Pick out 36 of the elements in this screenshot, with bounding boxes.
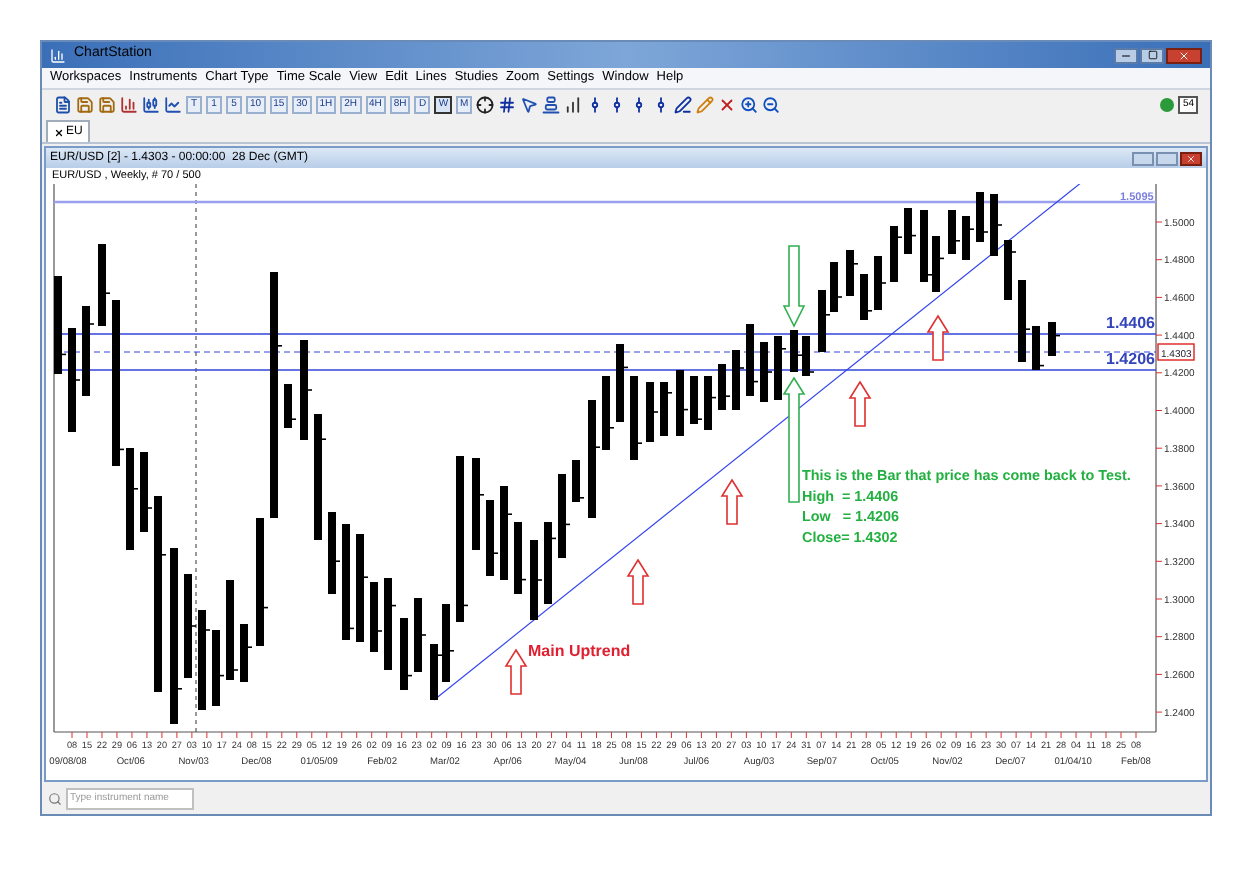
zoom-out-icon[interactable] [762,95,781,113]
up-arrow [782,376,806,503]
level-label: 1.4206 [1106,350,1155,368]
close-button[interactable] [1166,47,1202,63]
minimize-icon [1120,49,1132,61]
crosshair-icon[interactable] [476,95,495,113]
up-arrow [720,478,744,525]
delete-icon[interactable] [718,95,737,113]
levels-icon[interactable] [542,95,561,113]
maximize-button[interactable] [1140,47,1164,63]
up-arrow [504,648,528,695]
down-arrow [782,245,806,328]
level-label: 1.4406 [1106,314,1155,332]
app-icon [50,47,66,63]
volume-bars-icon[interactable] [564,95,583,113]
search-icon [48,791,62,805]
minimize-button[interactable] [1114,47,1138,63]
bar-chart-icon[interactable] [120,95,138,113]
cursor-icon[interactable] [520,95,539,113]
hash-icon[interactable] [498,95,517,113]
candlestick-icon[interactable] [142,95,160,113]
trend-line[interactable] [433,184,1083,701]
close-button[interactable] [1180,151,1202,165]
pen-icon[interactable] [674,95,693,113]
zoom-in-icon[interactable] [740,95,759,113]
close-icon [1178,49,1190,61]
line-chart-icon[interactable] [164,95,182,113]
maximize-icon [1147,50,1157,60]
document-icon[interactable] [54,95,72,113]
up-arrow [848,380,872,427]
up-arrow [926,314,950,361]
close-icon [54,127,64,137]
uptrend-label: Main Uptrend [528,642,631,660]
save-icon[interactable] [76,95,94,113]
save-icon[interactable] [98,95,116,113]
up-arrow [626,558,650,605]
